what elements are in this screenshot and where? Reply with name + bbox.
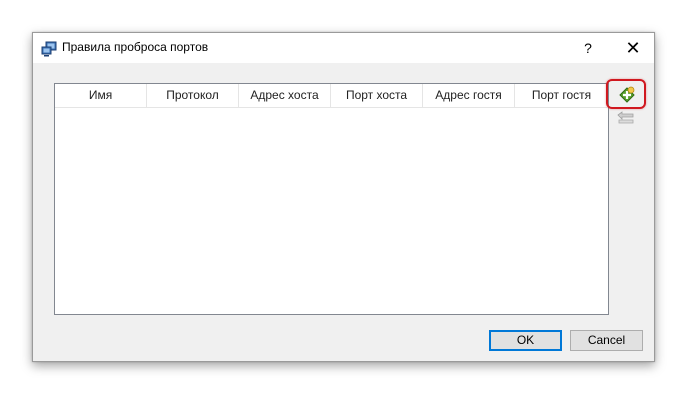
column-header-guest-ip[interactable]: Адрес гостя <box>423 84 515 107</box>
cancel-button[interactable]: Cancel <box>570 330 643 351</box>
column-header-name[interactable]: Имя <box>55 84 147 107</box>
add-rule-icon <box>619 86 635 103</box>
port-forwarding-dialog: Правила проброса портов ? ✕ Имя Протокол… <box>32 32 655 362</box>
window-title: Правила проброса портов <box>62 40 209 54</box>
ok-button[interactable]: OK <box>489 330 562 351</box>
column-header-guest-port[interactable]: Порт гостя <box>515 84 608 107</box>
help-button[interactable]: ? <box>575 35 601 61</box>
column-header-host-port[interactable]: Порт хоста <box>331 84 423 107</box>
add-rule-button[interactable] <box>606 79 646 109</box>
column-header-host-ip[interactable]: Адрес хоста <box>239 84 331 107</box>
close-button[interactable]: ✕ <box>617 35 649 61</box>
rules-table[interactable]: Имя Протокол Адрес хоста Порт хоста Адре… <box>54 83 609 315</box>
title-bar: Правила проброса портов ? ✕ <box>33 33 654 63</box>
table-header: Имя Протокол Адрес хоста Порт хоста Адре… <box>55 84 608 108</box>
network-icon <box>41 41 57 57</box>
column-header-protocol[interactable]: Протокол <box>147 84 239 107</box>
remove-rule-icon[interactable] <box>616 111 636 125</box>
